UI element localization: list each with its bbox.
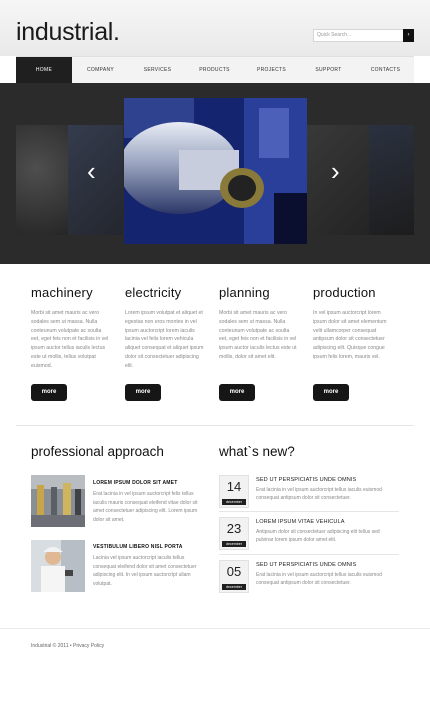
feature-text: Morbi sit amet mauris ac vero sodales se… <box>219 310 297 360</box>
news-date: 05 december <box>219 560 249 593</box>
news-date-day: 14 <box>226 479 242 494</box>
nav-projects[interactable]: PROJECTS <box>243 57 300 83</box>
slider-next-arrow[interactable]: › <box>331 158 340 184</box>
news-separator <box>219 554 399 555</box>
approach-item-title[interactable]: VESTIBULUM LIBERO NISL PORTA <box>93 544 183 550</box>
news-date: 23 december <box>219 517 249 550</box>
more-button[interactable]: more <box>313 384 349 401</box>
approach-image-engineer <box>31 540 85 592</box>
site-footer <box>0 628 430 705</box>
nav-contacts[interactable]: CONTACTS <box>357 57 414 83</box>
feature-planning: planning Morbi sit amet mauris ac vero s… <box>219 285 299 362</box>
image-slider: ‹ › <box>0 83 430 264</box>
news-item-title[interactable]: LOREM IPSUM VITAE VEHICULA <box>256 519 345 525</box>
news-date: 14 december <box>219 475 249 508</box>
feature-title: electricity <box>125 285 182 300</box>
slide-thumb[interactable] <box>369 125 414 235</box>
nav-products[interactable]: PRODUCTS <box>186 57 243 83</box>
news-separator <box>219 511 399 512</box>
approach-image-factory <box>31 475 85 527</box>
slider-prev-arrow[interactable]: ‹ <box>87 158 96 184</box>
feature-machinery: machinery Morbi sit amet mauris ac vero … <box>31 285 111 371</box>
news-date-day: 05 <box>226 564 242 579</box>
more-button[interactable]: more <box>219 384 255 401</box>
feature-title: production <box>313 285 376 300</box>
more-button[interactable]: more <box>31 384 67 401</box>
feature-production: production In vel ipsum auctorcript lore… <box>313 285 393 362</box>
approach-item-title[interactable]: LOREM IPSUM DOLOR SIT AMET <box>93 480 177 486</box>
news-item-text: Erat lacinia in vel ipsum auctorcript te… <box>256 572 382 587</box>
feature-text: Lorem ipsum volutpat et aliquet et egest… <box>125 310 204 369</box>
section-divider <box>16 425 414 426</box>
approach-item-text: Lacinia vel ipsum auctorcript iaculis te… <box>93 555 197 587</box>
news-item-text: Erat lacinia in vel ipsum auctorcript te… <box>256 487 382 502</box>
approach-title: professional approach <box>31 444 164 459</box>
news-item-text: Antipsum dolor sit consectetuer adipisci… <box>256 529 380 544</box>
news-date-day: 23 <box>226 521 242 536</box>
feature-text: Morbi sit amet mauris ac vero sodales se… <box>31 310 109 369</box>
nav-company[interactable]: COMPANY <box>72 57 129 83</box>
slide-image-machine <box>124 98 307 244</box>
nav-services[interactable]: SERVICES <box>129 57 186 83</box>
footer-copyright[interactable]: Industrial © 2011 • Privacy Policy <box>31 643 104 649</box>
main-nav: HOME COMPANY SERVICES PRODUCTS PROJECTS … <box>16 56 414 83</box>
news-item-title[interactable]: SED UT PERSPICIATIS UNDE OMNIS <box>256 477 356 483</box>
nav-support[interactable]: SUPPORT <box>300 57 357 83</box>
feature-title: planning <box>219 285 270 300</box>
search-input[interactable]: Quick Search... <box>313 29 407 42</box>
site-logo[interactable]: industrial. <box>16 18 120 46</box>
search-button[interactable]: › <box>403 29 414 42</box>
news-title: what`s new? <box>219 444 295 459</box>
feature-electricity: electricity Lorem ipsum volutpat et aliq… <box>125 285 205 371</box>
news-date-month: december <box>222 584 246 590</box>
slide-thumb[interactable] <box>16 125 68 235</box>
news-date-month: december <box>222 499 246 505</box>
more-button[interactable]: more <box>125 384 161 401</box>
news-item-title[interactable]: SED UT PERSPICIATIS UNDE OMNIS <box>256 562 356 568</box>
feature-text: In vel ipsum auctorcript lorem ipsum dol… <box>313 310 387 360</box>
nav-home[interactable]: HOME <box>16 57 72 83</box>
news-date-month: december <box>222 541 246 547</box>
feature-title: machinery <box>31 285 93 300</box>
approach-item-text: Erat lacinia in vel ipsum auctorcript fe… <box>93 491 198 523</box>
